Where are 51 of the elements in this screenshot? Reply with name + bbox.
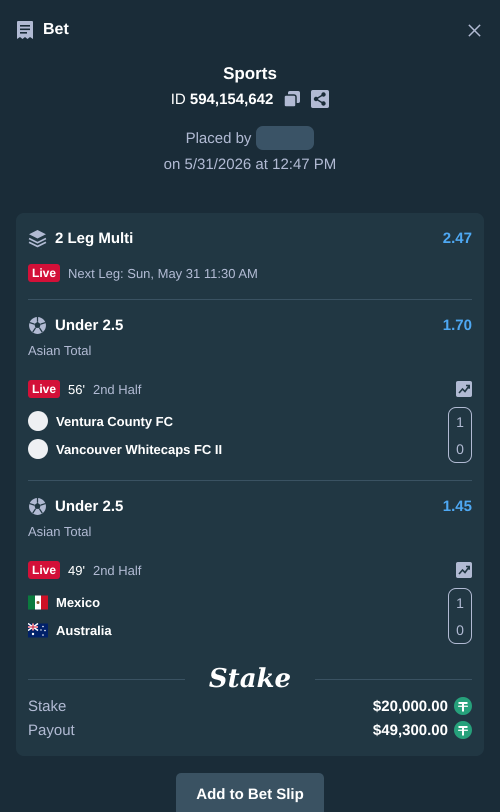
- selection-odds: 1.45: [442, 498, 472, 515]
- live-badge: Live: [28, 380, 60, 398]
- match-period: 2nd Half: [92, 382, 142, 396]
- total-amount: $49,300.00: [372, 722, 448, 738]
- flag-icon: [28, 622, 48, 638]
- multi-title: 2 Leg Multi: [55, 230, 134, 247]
- total-label: Stake: [28, 698, 68, 714]
- team-name: Mexico: [56, 594, 100, 610]
- tether-coin-icon: [454, 721, 472, 739]
- match-period: 2nd Half: [92, 562, 142, 578]
- team-crest-icon: [28, 439, 48, 459]
- football-icon: [28, 316, 47, 335]
- football-icon: [28, 497, 47, 516]
- share-icon[interactable]: [311, 90, 330, 108]
- placed-by-label: Placed by: [186, 130, 252, 146]
- next-leg: Next Leg: Sun, May 31 11:30 AM: [68, 266, 258, 280]
- receipt-icon: [16, 20, 34, 40]
- total-amount: $20,000.00: [372, 698, 448, 714]
- redacted-name: [256, 126, 314, 150]
- multi-odds: 2.47: [442, 230, 472, 247]
- team-name: Ventura County FC: [56, 414, 174, 428]
- placed-date: on 5/31/2026 at 12:47 PM: [164, 156, 336, 173]
- match-minute: 56': [68, 382, 85, 396]
- brand-logo: Stake: [208, 664, 292, 694]
- dialog-title: Bet: [43, 21, 70, 39]
- close-icon[interactable]: [467, 22, 482, 38]
- team-name: Australia: [56, 622, 112, 638]
- selection-name: Under 2.5: [55, 317, 124, 334]
- team-crest-icon: [28, 411, 48, 431]
- live-badge: Live: [28, 264, 60, 282]
- market-name: Asian Total: [28, 343, 92, 358]
- add-to-bet-slip-button[interactable]: Add to Bet Slip: [176, 773, 324, 812]
- flag-icon: [28, 594, 48, 610]
- selection-odds: 1.70: [442, 317, 472, 334]
- trend-chart-icon[interactable]: [456, 381, 472, 397]
- team-score: 0: [456, 622, 464, 638]
- live-badge: Live: [28, 561, 60, 579]
- team-score: 0: [456, 440, 464, 456]
- trend-chart-icon[interactable]: [456, 562, 472, 578]
- bet-category: Sports: [223, 64, 277, 84]
- team-name: Vancouver Whitecaps FC II: [56, 442, 222, 456]
- match-minute: 49': [68, 562, 85, 578]
- total-label: Payout: [28, 722, 76, 738]
- tether-coin-icon: [454, 697, 472, 715]
- copy-icon[interactable]: [283, 90, 302, 108]
- bet-id: ID 594,154,642: [170, 90, 274, 108]
- team-score: 1: [456, 594, 464, 610]
- market-name: Asian Total: [28, 524, 92, 539]
- layers-icon: [28, 229, 47, 248]
- selection-name: Under 2.5: [55, 498, 124, 515]
- team-score: 1: [456, 414, 464, 430]
